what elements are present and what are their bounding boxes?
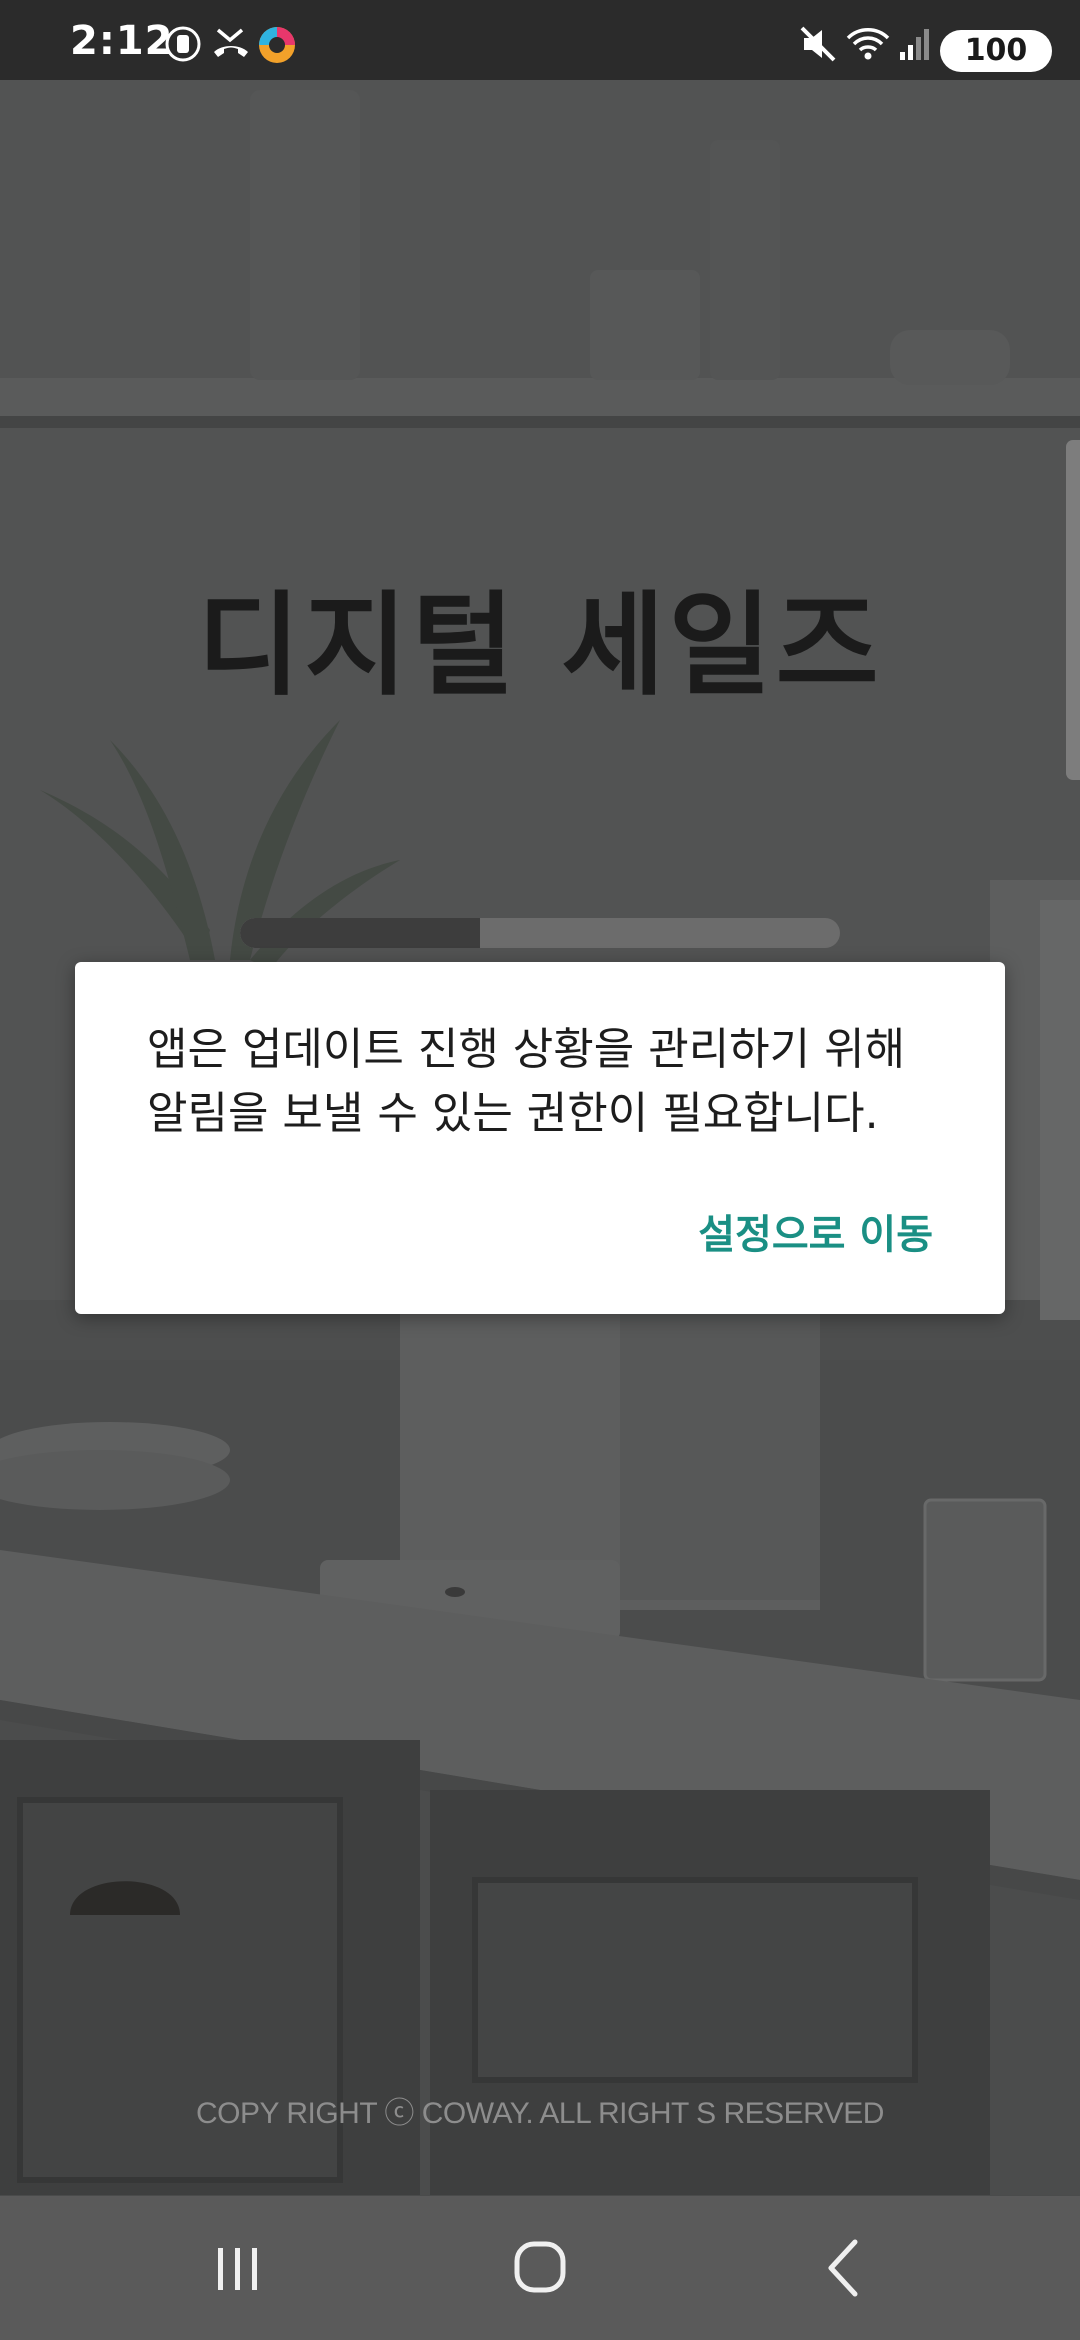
dialog-message-line-2: 알림을 보낼 수 있는 권한이 필요합니다. [147,1088,879,1139]
dialog-message-line-1: 앱은 업데이트 진행 상황을 관리하기 위해 [147,1024,906,1075]
copyright-text: COPY RIGHT ⓒ COWAY. ALL RIGHT S RESERVED [196,2097,884,2130]
status-bar: 2:12 100 [0,0,1080,80]
go-to-settings-button[interactable]: 설정으로 이동 [698,1202,933,1260]
signal-icon [900,29,929,60]
screen: 디지털 세일즈 COPY RIGHT ⓒ COWAY. ALL RIGHT S … [0,0,1080,2340]
loading-progress-bar [240,918,840,948]
status-time: 2:12 [70,18,174,64]
app-notification-icon [259,27,295,63]
loading-progress-fill [240,918,480,948]
missed-call-icon [214,28,248,57]
wifi-icon [846,28,890,60]
navigation-bar [0,2196,1080,2340]
recents-icon[interactable] [198,2228,278,2308]
dialog-message: 앱은 업데이트 진행 상황을 관리하기 위해 알림을 보낼 수 있는 권한이 필… [147,1018,947,1146]
scroll-indicator [1066,440,1080,780]
mute-icon [800,26,836,62]
app-title: 디지털 세일즈 [197,581,883,711]
screen-record-icon [165,26,201,62]
battery-indicator: 100 [940,30,1052,72]
back-icon[interactable] [803,2228,883,2308]
home-icon[interactable] [500,2228,580,2308]
notification-permission-dialog: 앱은 업데이트 진행 상황을 관리하기 위해 알림을 보낼 수 있는 권한이 필… [75,962,1005,1314]
